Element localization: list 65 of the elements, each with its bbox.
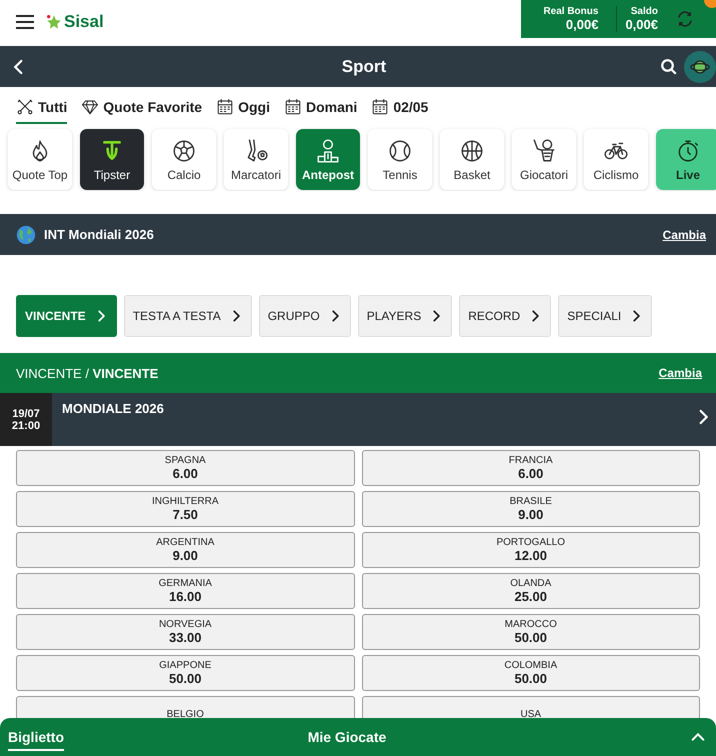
calendar-icon	[284, 98, 302, 116]
odds-button[interactable]: BELGIO	[16, 696, 354, 718]
avatar-icon[interactable]	[684, 50, 716, 82]
bottom-tab[interactable]: Mie Giocate	[64, 723, 690, 751]
odds-button[interactable]: FRANCIA 6.00	[362, 450, 700, 486]
odds-button[interactable]: GIAPPONE 50.00	[16, 655, 354, 691]
crossed-tools-icon	[16, 98, 34, 116]
change-link[interactable]: Cambia	[662, 228, 706, 242]
sport-tile[interactable]: Tipster	[80, 129, 144, 190]
odds-button[interactable]: MAROCCO 50.00	[362, 614, 700, 650]
logo-text[interactable]: Sisal	[64, 12, 104, 32]
filter-tab[interactable]: Oggi	[216, 92, 270, 124]
filter-tab[interactable]: Tutti	[16, 92, 68, 124]
filter-tab[interactable]: Domani	[284, 92, 358, 124]
soccer-ball-icon	[171, 138, 197, 164]
market-tab[interactable]: PLAYERS	[358, 295, 452, 337]
event-name[interactable]: MONDIALE 2026	[52, 393, 694, 446]
odds-button[interactable]: PORTOGALLO 12.00	[362, 532, 700, 568]
balance-label: Saldo	[630, 6, 658, 17]
sport-tile[interactable]: Calcio	[152, 129, 216, 190]
filter-tab[interactable]: 02/05	[371, 92, 428, 124]
odds-button[interactable]: GERMANIA 16.00	[16, 573, 354, 609]
basketball-icon	[459, 138, 485, 164]
bottom-tab[interactable]: Biglietto	[8, 723, 64, 751]
sport-tile[interactable]: Ciclismo	[584, 129, 648, 190]
sport-tile[interactable]: Marcatori	[224, 129, 288, 190]
market-tab[interactable]: VINCENTE	[16, 295, 117, 337]
sport-tile[interactable]: Quote Top	[8, 129, 72, 190]
change-link[interactable]: Cambia	[658, 366, 702, 380]
balance-value: 0,00€	[625, 17, 658, 32]
odds-button[interactable]: SPAGNA 6.00	[16, 450, 354, 486]
calendar-icon	[216, 98, 234, 116]
odds-button[interactable]: NORVEGIA 33.00	[16, 614, 354, 650]
star-icon	[46, 14, 62, 30]
balance-label: Real Bonus	[543, 6, 598, 17]
page-title: Sport	[340, 56, 388, 76]
podium-ball-icon	[315, 138, 341, 164]
odds-button[interactable]: ARGENTINA 9.00	[16, 532, 354, 568]
market-tab[interactable]: RECORD	[459, 295, 552, 337]
odds-button[interactable]: BRASILE 9.00	[362, 491, 700, 527]
market-tab[interactable]: GRUPPO	[258, 295, 351, 337]
diamond-icon	[81, 98, 100, 116]
balance-value: 0,00€	[566, 17, 598, 32]
calendar-icon	[371, 98, 390, 116]
odds-button[interactable]: OLANDA 25.00	[362, 573, 700, 609]
refresh-icon[interactable]	[676, 10, 694, 28]
sport-tile[interactable]: Tennis	[368, 129, 432, 190]
filter-tab[interactable]: Quote Favorite	[81, 92, 202, 124]
odds-button[interactable]: INGHILTERRA 7.50	[16, 491, 354, 527]
sport-tile[interactable]: Giocatori	[512, 129, 576, 190]
sport-tile[interactable]: Live	[656, 129, 716, 190]
menu-icon[interactable]	[16, 14, 34, 30]
sport-tile[interactable]: Antepost	[296, 129, 360, 190]
hand-basket-icon	[531, 138, 557, 164]
market-tab[interactable]: TESTA A TESTA	[124, 295, 252, 337]
odds-button[interactable]: COLOMBIA 50.00	[362, 655, 700, 691]
odds-button[interactable]: USA	[362, 696, 700, 718]
search-icon[interactable]	[660, 58, 678, 76]
competition-title: INT Mondiali 2026	[44, 227, 154, 242]
globe-icon	[16, 224, 36, 244]
tennis-ball-icon	[387, 138, 413, 164]
market-tab[interactable]: SPECIALI	[558, 295, 652, 337]
event-datetime: 19/07 21:00	[0, 393, 52, 446]
sport-tile[interactable]: Basket	[440, 129, 504, 190]
market-title: VINCENTE / VINCENTE	[16, 366, 158, 380]
